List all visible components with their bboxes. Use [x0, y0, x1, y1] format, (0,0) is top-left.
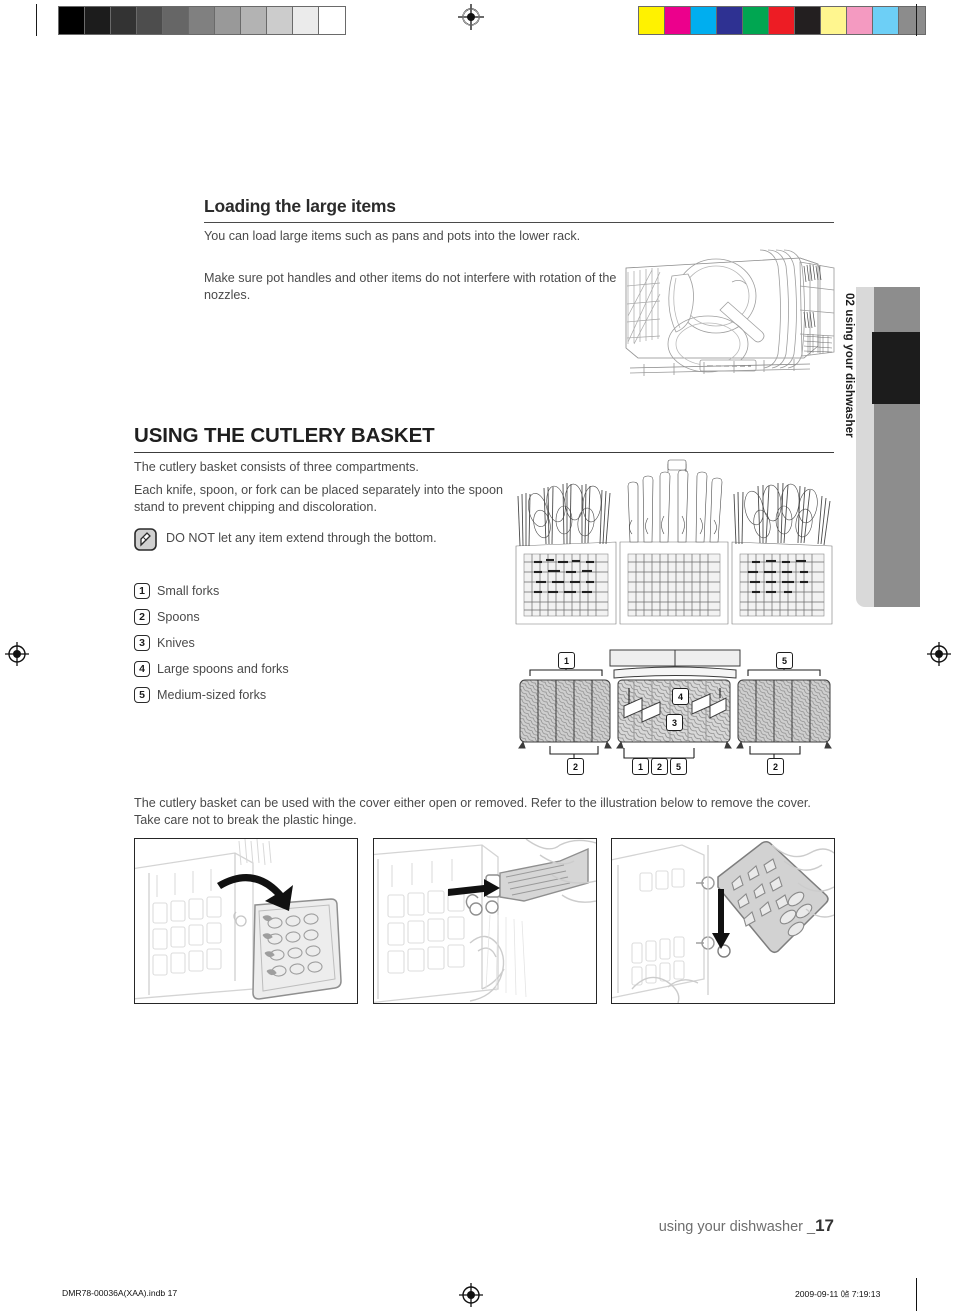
legend-row: 5 Medium-sized forks	[134, 682, 494, 708]
legend-label: Large spoons and forks	[157, 662, 289, 676]
section-heading-cutlery-basket: USING THE CUTLERY BASKET	[134, 424, 834, 453]
color-swatch-9	[873, 7, 899, 34]
callout-badge-2-left: 2	[567, 758, 584, 775]
large-items-paragraph-2: Make sure pot handles and other items do…	[204, 271, 617, 302]
callout-badge-2-right: 2	[767, 758, 784, 775]
legend-number-badge: 4	[134, 661, 150, 677]
legend-label: Small forks	[157, 584, 220, 598]
step-photo-2	[373, 838, 597, 1004]
legend-number-badge: 1	[134, 583, 150, 599]
callout-badge-5-right: 5	[776, 652, 793, 669]
gray-swatch-0	[59, 7, 85, 34]
gray-swatch-1	[85, 7, 111, 34]
section-heading-rule	[134, 452, 834, 453]
legend-label: Spoons	[157, 610, 200, 624]
legend-number-badge: 2	[134, 609, 150, 625]
legend-row: 3 Knives	[134, 630, 494, 656]
registration-target-icon-bottom	[458, 1282, 484, 1308]
callout-badge-1-left: 1	[558, 652, 575, 669]
cutlery-paragraph-1: The cutlery basket consists of three com…	[134, 460, 419, 474]
cover-removal-paragraph: The cutlery basket can be used with the …	[134, 796, 811, 827]
figure-cutlery-basket	[512, 458, 837, 633]
large-items-paragraph-1: You can load large items such as pans an…	[204, 229, 581, 243]
legend-label: Medium-sized forks	[157, 688, 267, 702]
figure-cutlery-callouts: 1 5 4 3 2 1 2 5 2	[510, 648, 840, 776]
callout-badge-4-center: 4	[672, 688, 689, 705]
legend-row: 1 Small forks	[134, 578, 494, 604]
page-footer-label: using your dishwasher _	[658, 1219, 816, 1235]
legend-label: Knives	[157, 636, 195, 650]
legend-row: 4 Large spoons and forks	[134, 656, 494, 682]
figure-lower-rack	[604, 216, 844, 391]
section-title: USING THE CUTLERY BASKET	[134, 424, 435, 447]
chapter-side-tab: 02 using your dishwasher	[843, 287, 920, 607]
legend-number-badge: 3	[134, 635, 150, 651]
color-swatch-10	[899, 7, 925, 34]
print-timestamp: 2009-09-11 ㍘ 7:19:13	[795, 1289, 881, 1299]
callout-badge-5-center: 5	[670, 758, 687, 775]
page-footer: using your dishwasher _17	[0, 1216, 834, 1236]
note-callout: DO NOT let any item extend through the b…	[134, 528, 554, 551]
callout-badge-3-center: 3	[666, 714, 683, 731]
note-text: DO NOT let any item extend through the b…	[166, 531, 437, 545]
chapter-tab-marker	[872, 332, 920, 404]
page-number: 17	[815, 1216, 834, 1235]
page-content: Loading the large items You can load lar…	[134, 0, 837, 1311]
callout-badge-2-center: 2	[651, 758, 668, 775]
legend-number-badge: 5	[134, 687, 150, 703]
registration-target-icon-left	[4, 641, 30, 667]
note-pencil-icon	[134, 528, 157, 551]
crop-tick-bottom-right	[916, 1278, 918, 1311]
registration-target-icon-right	[926, 641, 952, 667]
crop-tick-top-right	[916, 4, 918, 36]
cutlery-legend-list: 1 Small forks 2 Spoons 3 Knives 4 Large spoons …	[134, 578, 494, 708]
print-source-file: DMR78-00036A(XAA).indb 17	[62, 1288, 178, 1298]
cutlery-paragraph-2: Each knife, spoon, or fork can be placed…	[134, 483, 503, 514]
step-photo-1	[134, 838, 358, 1004]
print-footer-divider	[36, 1270, 918, 1271]
step-photo-3	[611, 838, 835, 1004]
crop-tick-top-left	[36, 4, 38, 36]
color-swatch-8	[847, 7, 873, 34]
legend-row: 2 Spoons	[134, 604, 494, 630]
callout-badge-1-center: 1	[632, 758, 649, 775]
